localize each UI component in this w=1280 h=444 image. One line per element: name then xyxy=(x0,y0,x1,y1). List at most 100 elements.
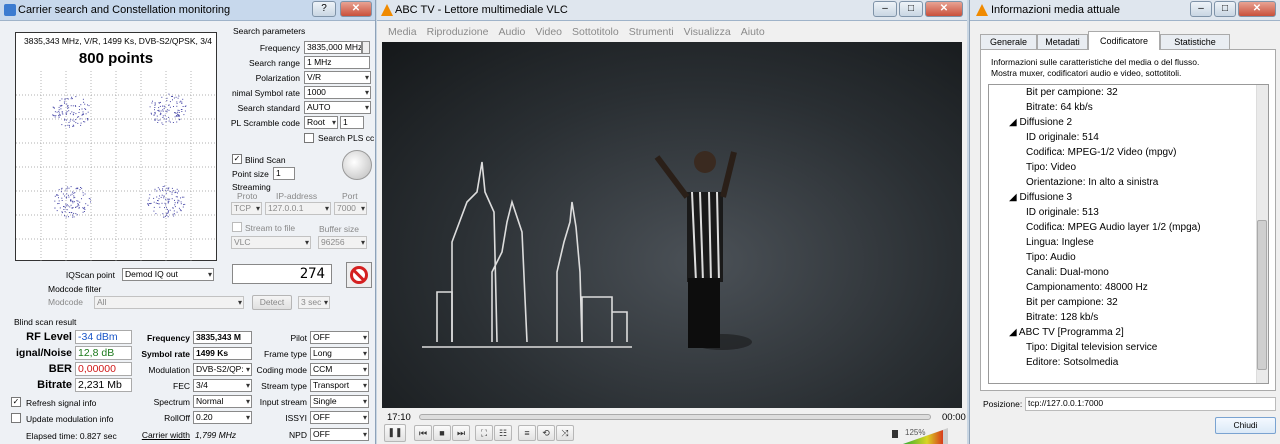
menu-media[interactable]: Media xyxy=(388,26,417,38)
port-select[interactable]: 7000 xyxy=(334,202,367,215)
search-standard-select[interactable]: AUTO xyxy=(304,101,371,114)
fullscreen-button[interactable]: ⛶ xyxy=(475,425,493,441)
mi-close-button[interactable]: ✕ xyxy=(1238,1,1276,17)
mi-minimize-button[interactable]: – xyxy=(1190,1,1212,17)
stop-icon[interactable] xyxy=(346,262,372,288)
position-input[interactable]: tcp://127.0.0.1:7000 xyxy=(1025,397,1276,411)
tree-group[interactable]: ◢ Diffusione 3 xyxy=(1009,192,1072,203)
menu-subtitle[interactable]: Sottotitolo xyxy=(572,26,619,38)
constellation-point xyxy=(63,206,64,207)
ip-select[interactable]: 127.0.0.1 xyxy=(265,202,331,215)
seek-bar[interactable] xyxy=(419,414,931,420)
pls-mode-select[interactable]: Root xyxy=(304,116,338,129)
coding-mode-select[interactable]: CCM xyxy=(310,363,369,376)
tab-statistiche[interactable]: Statistiche xyxy=(1160,34,1230,49)
frame-type-select[interactable]: Long xyxy=(310,347,369,360)
fec-select[interactable]: 3/4 xyxy=(193,379,252,392)
constellation-point xyxy=(85,113,87,115)
spectrum-select[interactable]: Normal xyxy=(193,395,252,408)
polarization-select[interactable]: V/R xyxy=(304,71,371,84)
constellation-point xyxy=(154,109,155,111)
frequency-input[interactable]: 3835,000 MHz xyxy=(304,41,362,54)
search-range-input[interactable]: 1 MHz xyxy=(304,56,370,69)
vlc-maximize-button[interactable]: □ xyxy=(899,1,923,17)
point-size-input[interactable]: 1 xyxy=(273,167,295,180)
symbol-rate-min-select[interactable]: 1000 xyxy=(304,86,371,99)
vlc-minimize-button[interactable]: – xyxy=(873,1,897,17)
menu-view[interactable]: Visualizza xyxy=(684,26,731,38)
loop-button[interactable]: ⟲ xyxy=(537,425,555,441)
modcode-select[interactable]: All xyxy=(94,296,244,309)
constellation-point xyxy=(166,208,168,210)
input-stream-select[interactable]: Single xyxy=(310,395,369,408)
constellation-point xyxy=(166,109,168,111)
buffer-size-select[interactable]: 96256 xyxy=(318,236,367,249)
ber-value: 0,00000 xyxy=(75,362,132,376)
constellation-point xyxy=(159,105,161,107)
chiudi-button[interactable]: Chiudi xyxy=(1215,417,1276,434)
rolloff-select[interactable]: 0.20 xyxy=(193,411,252,424)
constellation-point xyxy=(80,118,82,120)
tab-generale[interactable]: Generale xyxy=(980,34,1037,49)
constellation-point xyxy=(75,188,77,190)
mi-title-bar: Informazioni media attuale – □ ✕ xyxy=(970,0,1280,21)
player-select[interactable]: VLC xyxy=(231,236,311,249)
close-button[interactable]: ✕ xyxy=(340,1,372,17)
frequency-spin-icon[interactable] xyxy=(362,41,370,54)
random-button[interactable]: ⤨ xyxy=(556,425,574,441)
help-button[interactable]: ? xyxy=(312,1,336,17)
window-title: Carrier search and Constellation monitor… xyxy=(18,4,231,16)
menu-tools[interactable]: Strumenti xyxy=(629,26,674,38)
vlc-close-button[interactable]: ✕ xyxy=(925,1,963,17)
tab-metadati[interactable]: Metadati xyxy=(1037,34,1088,49)
mi-maximize-button[interactable]: □ xyxy=(1214,1,1236,17)
video-area[interactable] xyxy=(382,42,962,408)
pls-code-input[interactable]: 1 xyxy=(340,116,364,129)
menu-audio[interactable]: Audio xyxy=(498,26,525,38)
tree-group[interactable]: ◢ ABC TV [Programma 2] xyxy=(1009,327,1124,338)
blind-scan-checkbox[interactable]: ✓ xyxy=(232,154,242,164)
iqscan-select[interactable]: Demod IQ out xyxy=(122,268,214,281)
constellation-point xyxy=(174,202,176,204)
constellation-point xyxy=(58,189,60,191)
constellation-point xyxy=(174,116,176,118)
constellation-point xyxy=(180,201,182,203)
constellation-point xyxy=(166,187,168,189)
tree-scrollbar-thumb[interactable] xyxy=(1257,220,1267,370)
constellation-point xyxy=(64,118,66,120)
blind-scan-result-label: Blind scan result xyxy=(14,317,77,327)
previous-button[interactable]: ⏮ xyxy=(414,425,432,441)
detect-time-select[interactable]: 3 sec xyxy=(298,296,330,309)
polarization-label: Polarization xyxy=(255,73,300,83)
proto-select[interactable]: TCP xyxy=(231,202,262,215)
satellite-dish-icon[interactable] xyxy=(342,150,372,180)
modulation-select[interactable]: DVB-S2/QP: xyxy=(193,363,252,376)
constellation-point xyxy=(162,115,164,117)
issyi-select[interactable]: OFF xyxy=(310,411,369,424)
stream-type-select[interactable]: Transport xyxy=(310,379,369,392)
stop-button[interactable]: ■ xyxy=(433,425,451,441)
constellation-point xyxy=(177,192,178,194)
playlist-button[interactable]: ≡ xyxy=(518,425,536,441)
npd-select[interactable]: OFF xyxy=(310,428,369,441)
detect-button[interactable]: Detect xyxy=(252,295,292,310)
extended-settings-button[interactable]: ☷ xyxy=(494,425,512,441)
pilot-select[interactable]: OFF xyxy=(310,331,369,344)
refresh-signal-checkbox[interactable]: ✓ xyxy=(11,397,21,407)
menu-playback[interactable]: Riproduzione xyxy=(427,26,489,38)
constellation-point xyxy=(175,96,177,98)
constellation-point xyxy=(58,116,60,118)
menu-video[interactable]: Video xyxy=(535,26,562,38)
volume-slider[interactable] xyxy=(903,428,948,444)
volume-speaker-icon[interactable] xyxy=(892,430,898,438)
stream-to-file-checkbox[interactable] xyxy=(232,222,242,232)
tree-group[interactable]: ◢ Diffusione 2 xyxy=(1009,117,1072,128)
search-pls-checkbox[interactable] xyxy=(304,133,314,143)
menu-help[interactable]: Aiuto xyxy=(741,26,765,38)
pause-button[interactable]: ❚❚ xyxy=(384,424,406,442)
next-button[interactable]: ⏭ xyxy=(452,425,470,441)
tab-codificatore[interactable]: Codificatore xyxy=(1088,31,1160,50)
constellation-point xyxy=(80,122,82,124)
carrier-width-label[interactable]: Carrier width xyxy=(130,430,190,440)
update-modulation-checkbox[interactable] xyxy=(11,413,21,423)
